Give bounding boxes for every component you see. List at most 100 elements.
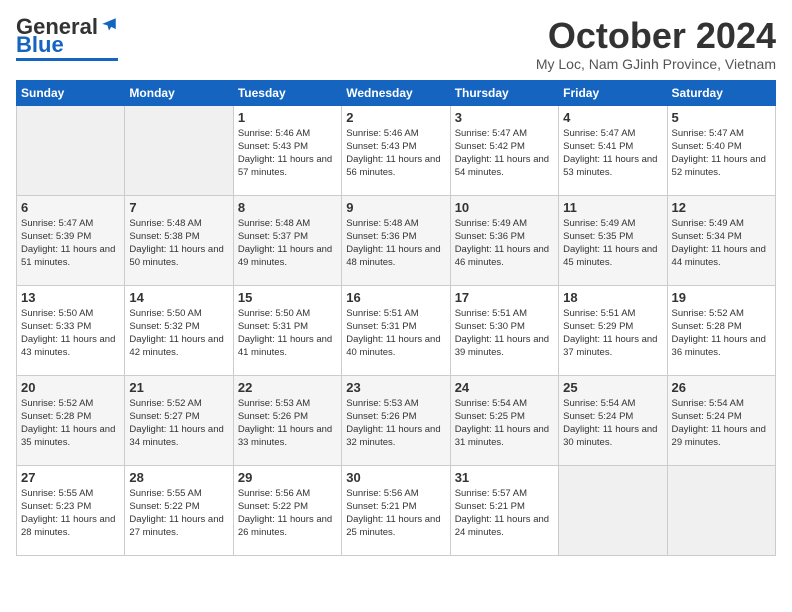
calendar-cell: 10 Sunrise: 5:49 AMSunset: 5:36 PMDayligh…	[450, 195, 558, 285]
header-monday: Monday	[125, 80, 233, 105]
week-row-4: 20 Sunrise: 5:52 AMSunset: 5:28 PMDayligh…	[17, 375, 776, 465]
day-number: 1	[238, 110, 337, 125]
calendar-cell: 6 Sunrise: 5:47 AMSunset: 5:39 PMDaylight…	[17, 195, 125, 285]
calendar-subtitle: My Loc, Nam GJinh Province, Vietnam	[536, 56, 776, 72]
day-info: Sunrise: 5:50 AMSunset: 5:33 PMDaylight:…	[21, 307, 120, 360]
day-info: Sunrise: 5:46 AMSunset: 5:43 PMDaylight:…	[346, 127, 445, 180]
calendar-cell: 30 Sunrise: 5:56 AMSunset: 5:21 PMDayligh…	[342, 465, 450, 555]
day-info: Sunrise: 5:48 AMSunset: 5:38 PMDaylight:…	[129, 217, 228, 270]
day-number: 12	[672, 200, 771, 215]
logo-bird-icon	[100, 16, 118, 34]
calendar-cell: 22 Sunrise: 5:53 AMSunset: 5:26 PMDayligh…	[233, 375, 341, 465]
day-number: 25	[563, 380, 662, 395]
day-info: Sunrise: 5:50 AMSunset: 5:32 PMDaylight:…	[129, 307, 228, 360]
day-number: 13	[21, 290, 120, 305]
calendar-cell: 24Sunrise: 5:54 AMSunset: 5:25 PMDayligh…	[450, 375, 558, 465]
header-tuesday: Tuesday	[233, 80, 341, 105]
day-number: 23	[346, 380, 445, 395]
week-row-3: 13 Sunrise: 5:50 AMSunset: 5:33 PMDayligh…	[17, 285, 776, 375]
day-info: Sunrise: 5:54 AMSunset: 5:25 PMDaylight:…	[455, 397, 554, 450]
day-number: 10	[455, 200, 554, 215]
calendar-cell: 7 Sunrise: 5:48 AMSunset: 5:38 PMDaylight…	[125, 195, 233, 285]
day-info: Sunrise: 5:53 AMSunset: 5:26 PMDaylight:…	[346, 397, 445, 450]
week-row-1: 1 Sunrise: 5:46 AMSunset: 5:43 PMDaylight…	[17, 105, 776, 195]
header-saturday: Saturday	[667, 80, 775, 105]
day-info: Sunrise: 5:47 AMSunset: 5:39 PMDaylight:…	[21, 217, 120, 270]
day-number: 19	[672, 290, 771, 305]
calendar-cell: 29 Sunrise: 5:56 AMSunset: 5:22 PMDayligh…	[233, 465, 341, 555]
week-row-2: 6 Sunrise: 5:47 AMSunset: 5:39 PMDaylight…	[17, 195, 776, 285]
calendar-cell: 21 Sunrise: 5:52 AMSunset: 5:27 PMDayligh…	[125, 375, 233, 465]
day-number: 20	[21, 380, 120, 395]
day-number: 11	[563, 200, 662, 215]
day-info: Sunrise: 5:47 AMSunset: 5:42 PMDaylight:…	[455, 127, 554, 180]
week-row-5: 27 Sunrise: 5:55 AMSunset: 5:23 PMDayligh…	[17, 465, 776, 555]
day-number: 8	[238, 200, 337, 215]
day-number: 6	[21, 200, 120, 215]
day-number: 22	[238, 380, 337, 395]
logo: General Blue	[16, 16, 118, 61]
calendar-cell: 3 Sunrise: 5:47 AMSunset: 5:42 PMDaylight…	[450, 105, 558, 195]
day-info: Sunrise: 5:56 AMSunset: 5:22 PMDaylight:…	[238, 487, 337, 540]
day-info: Sunrise: 5:56 AMSunset: 5:21 PMDaylight:…	[346, 487, 445, 540]
calendar-cell: 17 Sunrise: 5:51 AMSunset: 5:30 PMDayligh…	[450, 285, 558, 375]
day-number: 14	[129, 290, 228, 305]
day-info: Sunrise: 5:51 AMSunset: 5:31 PMDaylight:…	[346, 307, 445, 360]
day-number: 31	[455, 470, 554, 485]
day-number: 21	[129, 380, 228, 395]
calendar-cell: 15Sunrise: 5:50 AMSunset: 5:31 PMDayligh…	[233, 285, 341, 375]
day-number: 27	[21, 470, 120, 485]
calendar-cell: 23 Sunrise: 5:53 AMSunset: 5:26 PMDayligh…	[342, 375, 450, 465]
day-number: 30	[346, 470, 445, 485]
day-info: Sunrise: 5:49 AMSunset: 5:35 PMDaylight:…	[563, 217, 662, 270]
header-thursday: Thursday	[450, 80, 558, 105]
logo-underline	[16, 58, 118, 61]
calendar-cell: 14 Sunrise: 5:50 AMSunset: 5:32 PMDayligh…	[125, 285, 233, 375]
calendar-title: October 2024	[536, 16, 776, 56]
calendar-cell: 11 Sunrise: 5:49 AMSunset: 5:35 PMDayligh…	[559, 195, 667, 285]
day-info: Sunrise: 5:55 AMSunset: 5:23 PMDaylight:…	[21, 487, 120, 540]
day-info: Sunrise: 5:52 AMSunset: 5:28 PMDaylight:…	[21, 397, 120, 450]
day-info: Sunrise: 5:53 AMSunset: 5:26 PMDaylight:…	[238, 397, 337, 450]
day-info: Sunrise: 5:54 AMSunset: 5:24 PMDaylight:…	[672, 397, 771, 450]
day-number: 9	[346, 200, 445, 215]
header-sunday: Sunday	[17, 80, 125, 105]
day-info: Sunrise: 5:51 AMSunset: 5:30 PMDaylight:…	[455, 307, 554, 360]
day-number: 7	[129, 200, 228, 215]
day-info: Sunrise: 5:48 AMSunset: 5:36 PMDaylight:…	[346, 217, 445, 270]
title-section: October 2024 My Loc, Nam GJinh Province,…	[536, 16, 776, 72]
calendar-cell: 8 Sunrise: 5:48 AMSunset: 5:37 PMDaylight…	[233, 195, 341, 285]
page-container: General Blue October 2024 My Loc, Nam GJ…	[16, 16, 776, 556]
day-number: 4	[563, 110, 662, 125]
day-number: 29	[238, 470, 337, 485]
calendar-cell	[17, 105, 125, 195]
calendar-cell: 18Sunrise: 5:51 AMSunset: 5:29 PMDayligh…	[559, 285, 667, 375]
day-info: Sunrise: 5:47 AMSunset: 5:41 PMDaylight:…	[563, 127, 662, 180]
calendar-cell: 2Sunrise: 5:46 AMSunset: 5:43 PMDaylight…	[342, 105, 450, 195]
header-friday: Friday	[559, 80, 667, 105]
day-info: Sunrise: 5:48 AMSunset: 5:37 PMDaylight:…	[238, 217, 337, 270]
day-number: 16	[346, 290, 445, 305]
calendar-cell: 12 Sunrise: 5:49 AMSunset: 5:34 PMDayligh…	[667, 195, 775, 285]
calendar-table: Sunday Monday Tuesday Wednesday Thursday…	[16, 80, 776, 556]
day-number: 28	[129, 470, 228, 485]
day-number: 26	[672, 380, 771, 395]
day-info: Sunrise: 5:52 AMSunset: 5:27 PMDaylight:…	[129, 397, 228, 450]
day-number: 3	[455, 110, 554, 125]
calendar-cell: 27 Sunrise: 5:55 AMSunset: 5:23 PMDayligh…	[17, 465, 125, 555]
calendar-cell: 20 Sunrise: 5:52 AMSunset: 5:28 PMDayligh…	[17, 375, 125, 465]
calendar-cell: 26 Sunrise: 5:54 AMSunset: 5:24 PMDayligh…	[667, 375, 775, 465]
day-info: Sunrise: 5:49 AMSunset: 5:34 PMDaylight:…	[672, 217, 771, 270]
day-info: Sunrise: 5:46 AMSunset: 5:43 PMDaylight:…	[238, 127, 337, 180]
day-info: Sunrise: 5:57 AMSunset: 5:21 PMDaylight:…	[455, 487, 554, 540]
header-wednesday: Wednesday	[342, 80, 450, 105]
calendar-cell	[125, 105, 233, 195]
day-number: 15	[238, 290, 337, 305]
calendar-cell: 13 Sunrise: 5:50 AMSunset: 5:33 PMDayligh…	[17, 285, 125, 375]
day-number: 17	[455, 290, 554, 305]
calendar-cell: 1 Sunrise: 5:46 AMSunset: 5:43 PMDaylight…	[233, 105, 341, 195]
calendar-cell: 5Sunrise: 5:47 AMSunset: 5:40 PMDaylight…	[667, 105, 775, 195]
day-info: Sunrise: 5:49 AMSunset: 5:36 PMDaylight:…	[455, 217, 554, 270]
calendar-cell: 31 Sunrise: 5:57 AMSunset: 5:21 PMDayligh…	[450, 465, 558, 555]
calendar-cell: 9 Sunrise: 5:48 AMSunset: 5:36 PMDaylight…	[342, 195, 450, 285]
